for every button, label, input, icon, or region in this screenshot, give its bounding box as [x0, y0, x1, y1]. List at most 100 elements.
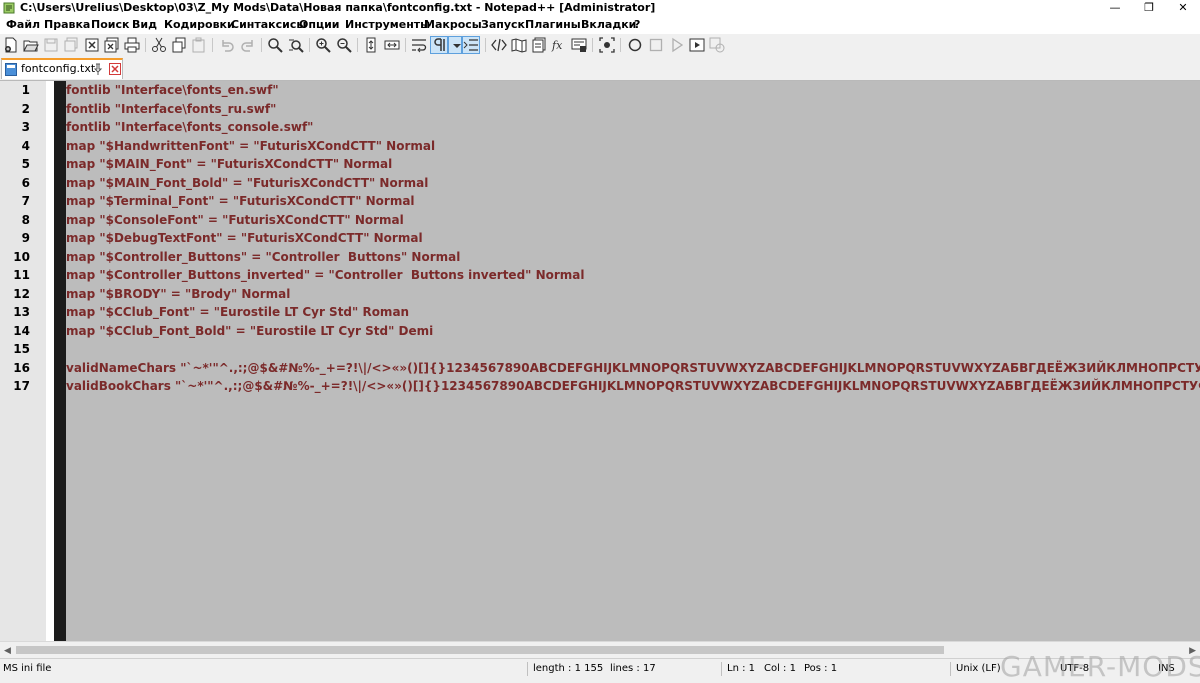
status-separator [527, 662, 528, 676]
undo-icon[interactable] [219, 37, 235, 53]
sync-horizontal-scroll-icon[interactable] [384, 37, 400, 53]
toolbar: fx [0, 34, 1200, 56]
sync-vertical-scroll-icon[interactable] [363, 37, 379, 53]
user-defined-language-icon[interactable] [491, 37, 507, 53]
status-col: Col : 1 [764, 663, 796, 674]
menu-search[interactable]: Поиск [91, 16, 129, 34]
toolbar-separator [405, 38, 406, 52]
minimize-button[interactable]: — [1098, 0, 1132, 16]
line-number: 17 [13, 379, 30, 393]
fold-margin[interactable] [46, 81, 54, 641]
selection-margin[interactable] [54, 81, 66, 641]
code-line: map "$MAIN_Font_Bold" = "FuturisXCondCTT… [66, 175, 429, 190]
menu-edit[interactable]: Правка [44, 16, 90, 34]
toolbar-separator [357, 38, 358, 52]
menu-encoding[interactable]: Кодировки [164, 16, 235, 34]
code-line: fontlib "Interface\fonts_ru.swf" [66, 101, 277, 116]
svg-text:fx: fx [551, 39, 563, 52]
pin-icon[interactable] [93, 63, 103, 75]
line-number: 5 [21, 157, 30, 171]
folder-as-workspace-icon[interactable] [571, 37, 587, 53]
menu-tools[interactable]: Инструменты [345, 16, 430, 34]
menu-options[interactable]: Опции [299, 16, 340, 34]
toolbar-separator [592, 38, 593, 52]
open-file-icon[interactable] [23, 37, 39, 53]
save-all-icon[interactable] [63, 37, 79, 53]
cut-icon[interactable] [151, 37, 167, 53]
code-line: map "$HandwrittenFont" = "FuturisXCondCT… [66, 138, 436, 153]
line-number: 2 [21, 101, 30, 116]
maximize-button[interactable]: ❐ [1132, 0, 1166, 16]
copy-icon[interactable] [171, 37, 187, 53]
redo-icon[interactable] [240, 37, 256, 53]
status-separator [950, 662, 951, 676]
close-file-icon[interactable] [84, 37, 100, 53]
function-list-icon[interactable]: fx [551, 37, 567, 53]
stop-recording-icon[interactable] [648, 37, 664, 53]
menu-syntax[interactable]: Синтаксисы [231, 16, 306, 34]
document-map-icon[interactable] [511, 37, 527, 53]
toolbar-separator [212, 38, 213, 52]
line-number: 12 [13, 286, 30, 301]
menu-view[interactable]: Вид [132, 16, 157, 34]
menu-file[interactable]: Файл [6, 16, 40, 34]
show-all-characters-icon[interactable] [430, 36, 448, 54]
play-macro-icon[interactable] [669, 37, 685, 53]
new-file-icon[interactable] [3, 37, 19, 53]
editor-text-area[interactable]: fontlib "Interface\fonts_en.swf" fontlib… [66, 81, 1200, 641]
line-number: 10 [13, 249, 30, 264]
zoom-out-icon[interactable] [336, 37, 352, 53]
tab-label: fontconfig.txt [21, 62, 96, 75]
code-line: validBookChars "`~*'"^.,:;@$&#№%-_+=?!\|… [66, 379, 1200, 393]
status-eol[interactable]: Unix (LF) [956, 659, 1001, 679]
menu-help[interactable]: ? [634, 16, 640, 34]
title-bar: C:\Users\Urelius\Desktop\03\Z_My Mods\Da… [0, 0, 1200, 16]
line-number-margin: 1 2 3 4 5 6 7 8 9 10 11 12 13 14 15 16 1… [0, 81, 46, 641]
run-macro-multiple-icon[interactable] [689, 37, 705, 53]
code-line: map "$Controller_Buttons" = "Controller … [66, 249, 461, 264]
document-list-icon[interactable] [531, 37, 547, 53]
line-number: 9 [21, 231, 30, 245]
menu-plugins[interactable]: Плагины [525, 16, 581, 34]
monitoring-icon[interactable] [599, 37, 615, 53]
tab-bar: fontconfig.txt [0, 56, 1200, 81]
scrollbar-thumb[interactable] [16, 646, 944, 654]
word-wrap-icon[interactable] [411, 37, 427, 53]
toolbar-separator [485, 38, 486, 52]
close-window-button[interactable]: ✕ [1166, 0, 1200, 16]
zoom-in-icon[interactable] [315, 37, 331, 53]
menu-tabs[interactable]: Вкладки [581, 16, 636, 34]
line-number: 6 [21, 175, 30, 190]
tab-fontconfig[interactable]: fontconfig.txt [1, 58, 123, 79]
paste-icon[interactable] [191, 37, 207, 53]
indent-guide-icon[interactable] [462, 36, 480, 54]
menu-run[interactable]: Запуск [481, 16, 525, 34]
close-all-icon[interactable] [104, 37, 120, 53]
replace-icon[interactable] [288, 37, 304, 53]
line-number: 16 [13, 360, 30, 375]
line-number: 11 [13, 268, 30, 282]
close-tab-icon[interactable] [109, 63, 121, 75]
print-icon[interactable] [124, 37, 140, 53]
code-line: map "$Controller_Buttons_inverted" = "Co… [66, 268, 585, 282]
line-number: 14 [13, 323, 30, 338]
window-title: C:\Users\Urelius\Desktop\03\Z_My Mods\Da… [20, 1, 656, 14]
line-number: 3 [21, 120, 30, 134]
scroll-left-icon[interactable]: ◀ [4, 646, 11, 656]
status-separator [721, 662, 722, 676]
line-number: 8 [21, 212, 30, 227]
toolbar-separator [620, 38, 621, 52]
toolbar-separator [309, 38, 310, 52]
save-macro-icon[interactable] [709, 37, 725, 53]
code-line: map "$DebugTextFont" = "FuturisXCondCTT"… [66, 231, 423, 245]
dropdown-arrow-icon[interactable] [448, 36, 462, 54]
status-lines: lines : 17 [610, 663, 656, 674]
menu-macros[interactable]: Макросы [424, 16, 482, 34]
save-icon[interactable] [43, 37, 59, 53]
line-number: 1 [21, 83, 30, 97]
record-macro-icon[interactable] [627, 37, 643, 53]
notepadpp-app-icon [3, 2, 15, 14]
code-line: map "$CClub_Font_Bold" = "Eurostile LT C… [66, 323, 434, 338]
code-line: validNameChars "`~*'"^.,:;@$&#№%-_+=?!\|… [66, 360, 1200, 375]
find-icon[interactable] [267, 37, 283, 53]
